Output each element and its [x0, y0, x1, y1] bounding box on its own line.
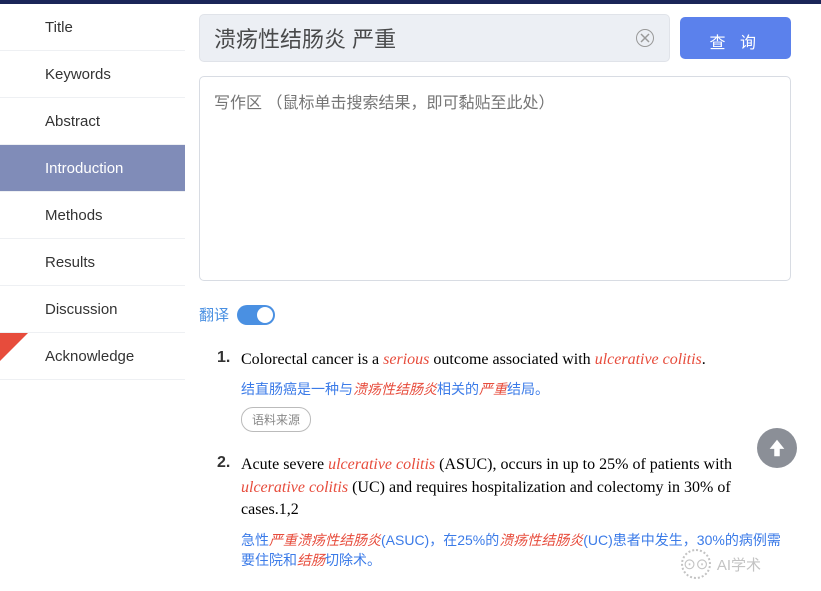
- result-english[interactable]: Colorectal cancer is a serious outcome a…: [241, 349, 791, 371]
- main-content: 查 询 翻译 1. Colorectal cancer is a serious…: [185, 4, 821, 591]
- sidebar-item-keywords[interactable]: Keywords: [0, 51, 185, 98]
- result-index: 2.: [217, 454, 235, 521]
- result-english[interactable]: Acute severe ulcerative colitis (ASUC), …: [241, 454, 791, 521]
- search-row: 查 询: [199, 14, 791, 62]
- sidebar-item-title[interactable]: Title: [0, 4, 185, 51]
- result-chinese: 结直肠癌是一种与溃疡性结肠炎相关的严重结局。: [241, 379, 791, 399]
- sidebar-item-label: Acknowledge: [45, 348, 134, 365]
- results-list: 1. Colorectal cancer is a serious outcom…: [199, 349, 791, 570]
- sidebar-item-discussion[interactable]: Discussion: [0, 286, 185, 333]
- result-index: 1.: [217, 349, 235, 371]
- sidebar-item-acknowledge[interactable]: NEW Acknowledge: [0, 333, 185, 380]
- sidebar-item-introduction[interactable]: Introduction: [0, 145, 185, 192]
- layout: Title Keywords Abstract Introduction Met…: [0, 4, 821, 591]
- new-badge-icon: NEW: [0, 333, 28, 361]
- sidebar-item-methods[interactable]: Methods: [0, 192, 185, 239]
- wechat-icon: ⊙⊙: [681, 549, 711, 579]
- translate-toggle[interactable]: [237, 305, 275, 325]
- search-button[interactable]: 查 询: [680, 17, 791, 59]
- result-item: 1. Colorectal cancer is a serious outcom…: [217, 349, 791, 432]
- source-button[interactable]: 语料来源: [241, 407, 311, 432]
- sidebar-item-results[interactable]: Results: [0, 239, 185, 286]
- translate-label: 翻译: [199, 304, 229, 325]
- writing-area[interactable]: [199, 76, 791, 281]
- sidebar-item-abstract[interactable]: Abstract: [0, 98, 185, 145]
- search-input[interactable]: [199, 14, 670, 62]
- arrow-up-icon: [766, 437, 788, 459]
- sidebar: Title Keywords Abstract Introduction Met…: [0, 4, 185, 591]
- translate-row: 翻译: [199, 304, 791, 325]
- watermark: ⊙⊙ AI学术: [681, 549, 761, 579]
- back-to-top-button[interactable]: [757, 428, 797, 468]
- clear-icon[interactable]: [636, 29, 654, 47]
